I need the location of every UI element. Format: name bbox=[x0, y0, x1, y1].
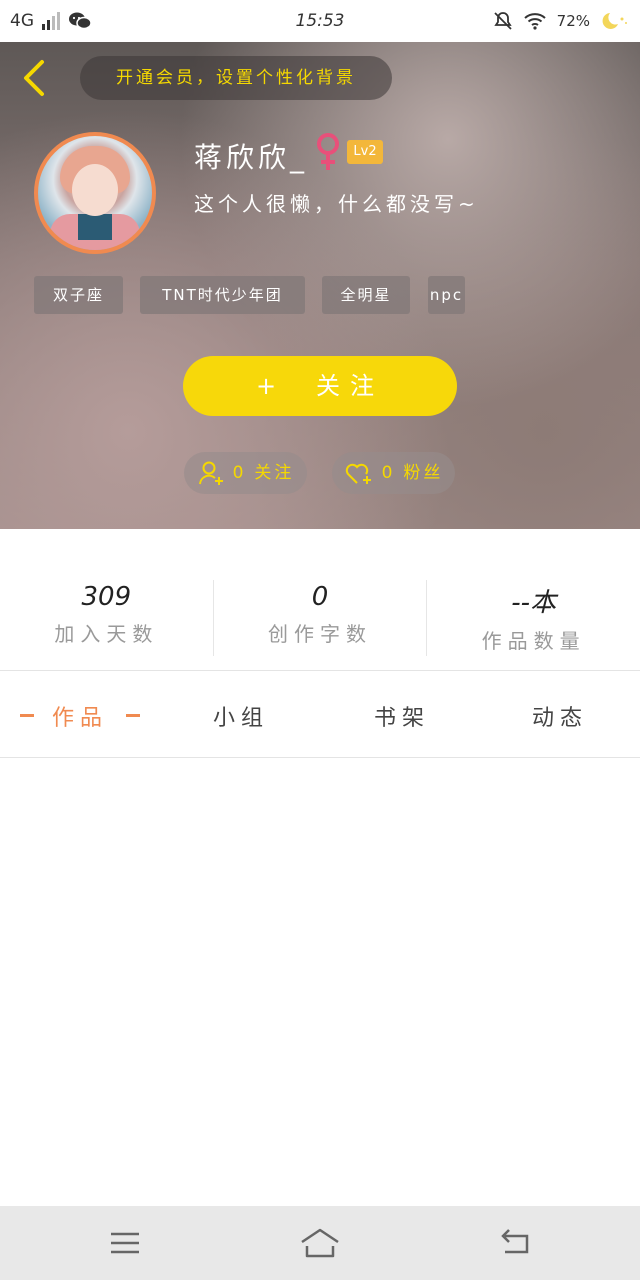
fans-label: 粉丝 bbox=[403, 463, 444, 483]
username: 蒋欣欣_ bbox=[194, 141, 309, 174]
tab-works[interactable]: 作品 bbox=[52, 700, 108, 732]
back-chevron-icon[interactable] bbox=[18, 56, 54, 100]
following-count: 0 bbox=[232, 463, 247, 483]
tab-groups[interactable]: 小组 bbox=[213, 700, 269, 732]
mute-bell-icon bbox=[493, 12, 512, 30]
user-add-icon bbox=[198, 461, 223, 485]
stat-days-label: 加入天数 bbox=[54, 622, 159, 646]
battery-level: 72% bbox=[556, 12, 590, 30]
plus-icon: + bbox=[255, 372, 287, 400]
avatar[interactable] bbox=[34, 132, 156, 254]
female-icon bbox=[317, 133, 339, 170]
stat-works-label: 作品数量 bbox=[481, 629, 586, 653]
stats-row: 309 加入天数 0 创作字数 --本 作品数量 bbox=[0, 580, 640, 656]
system-nav-bar bbox=[0, 1206, 640, 1280]
moon-icon bbox=[602, 13, 627, 29]
background-upgrade-tip[interactable]: 开通会员，设置个性化背景 bbox=[80, 56, 392, 100]
wifi-icon bbox=[523, 13, 546, 30]
tab-activity[interactable]: 动态 bbox=[532, 700, 588, 732]
status-right: 72% bbox=[493, 0, 630, 42]
stat-works: --本 作品数量 bbox=[426, 580, 640, 656]
heart-add-icon bbox=[345, 463, 371, 484]
tag-npc[interactable]: npc bbox=[428, 276, 465, 314]
stat-days-value: 309 bbox=[81, 582, 132, 612]
following-button[interactable]: 0 关注 bbox=[184, 452, 307, 494]
bio: 这个人很懒，什么都没写~ bbox=[194, 192, 479, 216]
level-badge: Lv2 bbox=[347, 140, 383, 164]
status-bar: 4G 15:53 72% bbox=[0, 0, 640, 42]
divider bbox=[0, 670, 640, 671]
tag-zodiac[interactable]: 双子座 bbox=[34, 276, 123, 314]
stat-words-label: 创作字数 bbox=[268, 622, 372, 646]
fans-button[interactable]: 0 粉丝 bbox=[332, 452, 455, 494]
profile-tabs: 作品 小组 书架 动态 bbox=[0, 672, 640, 757]
stat-words: 0 创作字数 bbox=[212, 580, 427, 656]
fans-count: 0 bbox=[381, 463, 396, 483]
tag-all-star[interactable]: 全明星 bbox=[322, 276, 410, 314]
menu-icon[interactable] bbox=[103, 1224, 147, 1262]
follow-button[interactable]: + 关注 bbox=[183, 356, 457, 416]
divider bbox=[0, 757, 640, 758]
active-tab-marker bbox=[126, 714, 140, 717]
tab-bookshelf[interactable]: 书架 bbox=[374, 700, 430, 732]
stat-days: 309 加入天数 bbox=[0, 580, 213, 656]
stat-works-value: --本 bbox=[511, 588, 557, 618]
stat-words-value: 0 bbox=[311, 582, 329, 612]
tag-group[interactable]: TNT时代少年团 bbox=[140, 276, 305, 314]
follow-label: 关注 bbox=[316, 372, 385, 400]
home-icon[interactable] bbox=[298, 1224, 342, 1262]
profile-header: 开通会员，设置个性化背景 蒋欣欣_ Lv2 这个人很懒，什么都没写~ 双子座 T… bbox=[0, 42, 640, 529]
back-icon[interactable] bbox=[493, 1224, 537, 1262]
active-tab-marker bbox=[20, 714, 34, 717]
following-label: 关注 bbox=[254, 463, 295, 483]
